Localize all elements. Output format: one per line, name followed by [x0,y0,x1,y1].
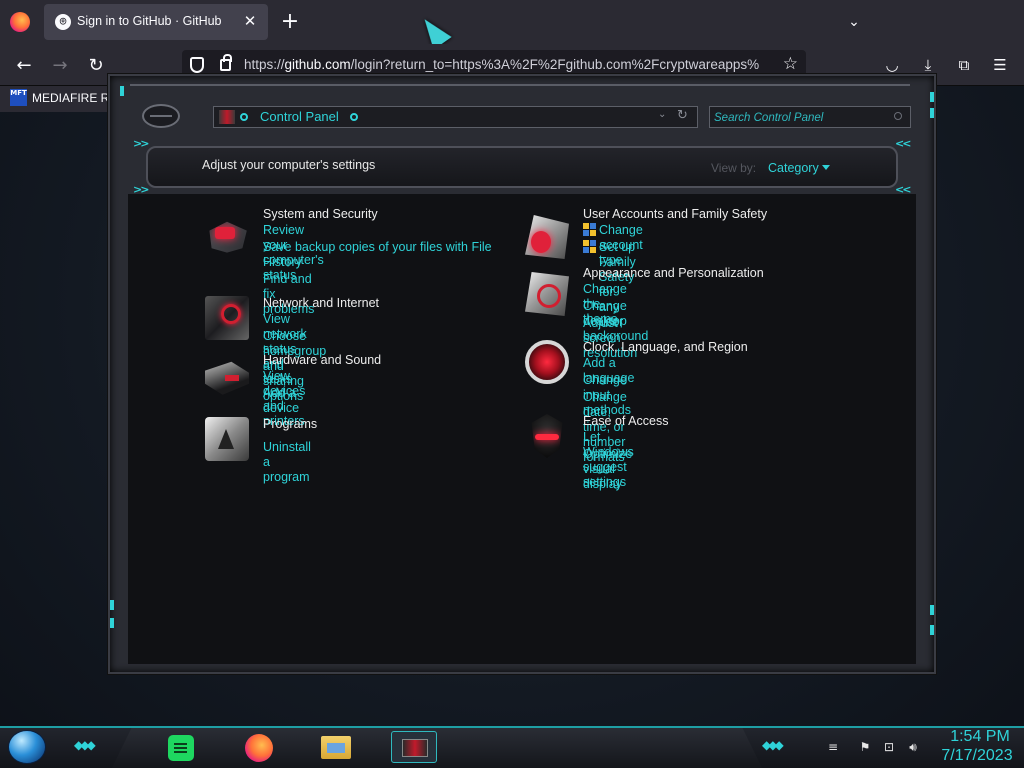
link-find-fix-problems[interactable]: Find and fix problems [263,272,314,317]
dropdown-caret-icon[interactable] [822,165,830,170]
breadcrumb-separator-icon[interactable] [240,113,248,121]
link-add-device[interactable]: Add a device [263,386,299,416]
uac-shield-icon [583,240,597,254]
github-icon: ⌾ [55,14,71,30]
category-title[interactable]: Hardware and Sound [263,353,381,367]
view-by-dropdown[interactable]: Category [768,161,819,175]
taskbar-file-explorer[interactable] [313,731,359,763]
lock-icon[interactable] [220,54,232,71]
frame-accent [930,92,934,102]
control-panel-address-bar[interactable]: Control Panel ⌄ ↻ [213,106,698,128]
mediafire-favicon-icon: MFT [10,89,27,106]
link-uninstall-program[interactable]: Uninstall a program [263,440,311,485]
spotify-icon [168,735,194,761]
taskbar-accent: ◆◆◆ [762,738,784,752]
taskbar-firefox[interactable] [236,731,282,763]
firefox-icon [245,734,273,762]
taskbar-dock [112,728,762,768]
category-title[interactable]: Ease of Access [583,414,668,428]
control-panel-icon [219,110,235,124]
appearance-icon[interactable] [525,272,569,316]
window-top-trim [130,74,910,86]
category-title[interactable]: System and Security [263,207,378,221]
tab-github-sign-in[interactable]: ⌾ Sign in to GitHub · GitHub ✕ [44,4,268,40]
list-all-tabs-chevron-icon[interactable]: ⌄ [842,10,866,34]
link-file-history[interactable]: Save backup copies of your files with Fi… [263,240,493,270]
chevron-right-icon: >> [133,137,150,150]
pocket-icon[interactable]: ◡ [881,54,903,76]
volume-icon[interactable]: 🔊︎ [906,740,920,754]
bookmarks-toolbar: MFT MEDIAFIRE RO [0,86,120,112]
tab-close-icon[interactable]: ✕ [240,11,260,31]
category-title[interactable]: Clock, Language, and Region [583,340,748,354]
window-emblem-icon [142,104,180,128]
bookmark-star-icon[interactable]: ☆ [783,54,798,74]
search-input[interactable] [714,110,884,125]
download-icon[interactable]: ⤓ [917,54,939,76]
view-by-label: View by: [711,161,757,175]
start-button[interactable] [8,730,46,764]
link-optimize-display[interactable]: Optimize visual display [583,447,632,492]
back-arrow-icon[interactable]: ← [11,53,37,79]
uac-shield-icon [583,223,597,237]
new-tab-button[interactable]: + [278,10,302,34]
tracking-protection-icon[interactable] [190,57,204,73]
firefox-logo-icon[interactable] [10,12,30,32]
search-icon[interactable] [894,112,902,120]
category-title[interactable]: Programs [263,417,317,431]
frame-accent [110,618,114,628]
clock-region-icon[interactable] [525,340,569,384]
breadcrumb-control-panel[interactable]: Control Panel [260,109,339,124]
network-icon[interactable]: ⊡ [882,740,896,754]
network-internet-icon[interactable] [205,296,249,340]
category-title[interactable]: Appearance and Personalization [583,266,764,280]
url-text[interactable]: https://github.com/login?return_to=https… [244,57,772,72]
extensions-icon[interactable]: ⧉ [953,54,975,76]
frame-accent [930,625,934,635]
link-screen-resolution[interactable]: Adjust screen resolution [583,316,637,361]
control-panel-search[interactable] [709,106,911,128]
taskbar-accent: ◆◆◆ [74,738,96,752]
taskbar-spotify[interactable] [156,731,202,763]
refresh-icon[interactable]: ↻ [677,108,688,123]
chevron-left-icon: << [895,137,912,150]
page-title: Adjust your computer's settings [202,158,376,172]
browser-tab-strip: ⌾ Sign in to GitHub · GitHub ✕ + ⌄ [0,0,1024,44]
frame-accent [930,108,934,118]
show-hidden-icons-icon[interactable]: ≡ [826,740,840,754]
frame-accent [930,605,934,615]
hamburger-menu-icon[interactable]: ☰ [989,54,1011,76]
breadcrumb-separator-icon[interactable] [350,113,358,121]
reload-icon[interactable]: ↻ [83,53,109,79]
tab-title: Sign in to GitHub · GitHub [77,14,222,28]
programs-icon[interactable] [205,417,249,461]
clock-date[interactable]: 7/17/2023 [934,747,1020,765]
forward-arrow-icon[interactable]: → [47,53,73,79]
control-panel-icon [402,739,428,757]
control-panel-header: Adjust your computer's settings View by:… [146,146,898,188]
action-center-flag-icon[interactable]: ⚑ [858,740,872,754]
category-title[interactable]: Network and Internet [263,296,379,310]
file-explorer-icon [321,736,351,759]
taskbar-control-panel[interactable] [391,731,437,763]
category-title[interactable]: User Accounts and Family Safety [583,207,767,221]
frame-accent [110,600,114,610]
chevron-down-icon[interactable]: ⌄ [658,109,666,120]
bookmark-mediafire[interactable]: MEDIAFIRE RO [32,91,112,105]
frame-accent [120,86,124,96]
clock-time[interactable]: 1:54 PM [940,728,1020,746]
